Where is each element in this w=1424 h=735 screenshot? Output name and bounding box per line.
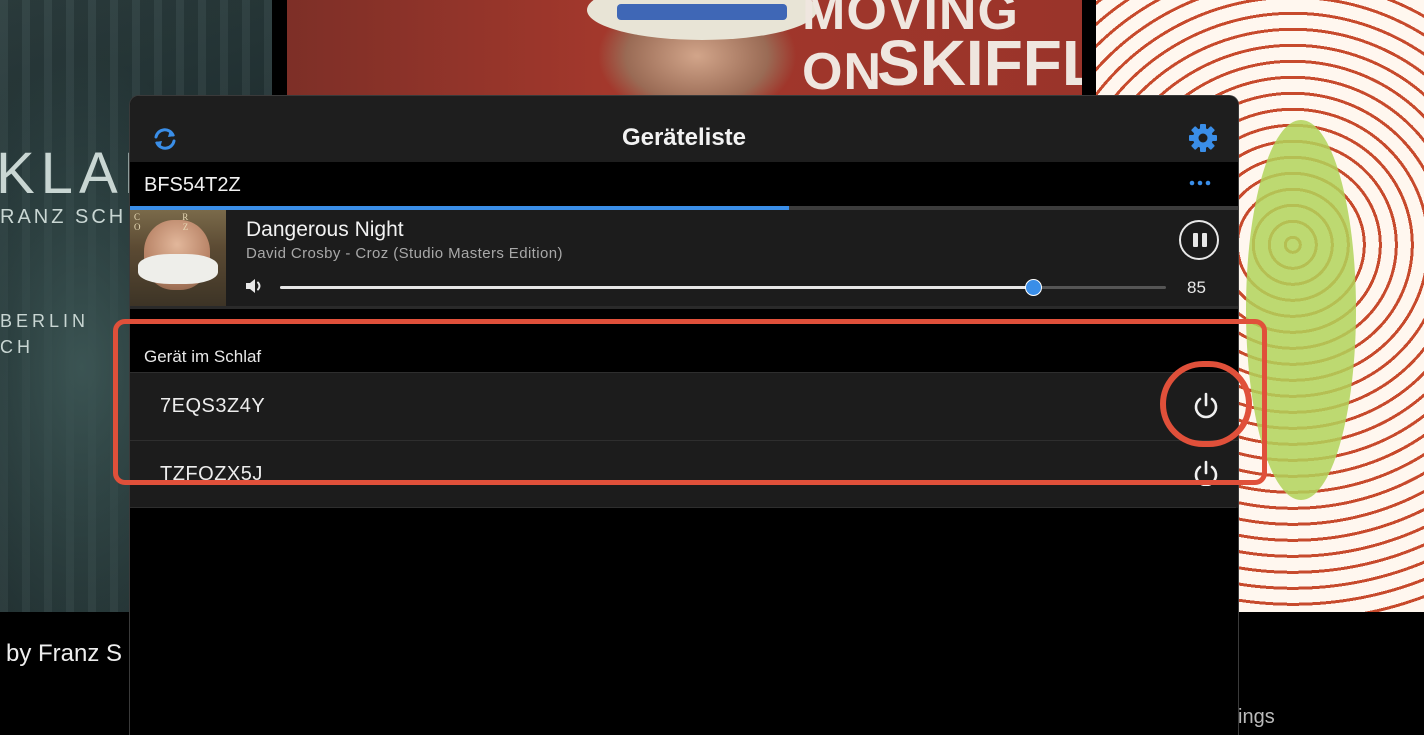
volume-slider-fill [280, 286, 1034, 289]
active-device-name: BFS54T2Z [144, 174, 241, 196]
album-middle-title-line2: SKIFFLE [877, 27, 1082, 95]
pause-icon-bar-left [1193, 233, 1198, 247]
background-album-middle: MOVING ON SKIFFLE [287, 0, 1082, 95]
gear-icon[interactable] [1188, 123, 1218, 153]
annotation-highlight-box [113, 319, 1267, 485]
device-row-overflow [130, 486, 1236, 508]
panel-titlebar: Geräteliste [130, 96, 1238, 162]
more-icon[interactable] [1188, 176, 1212, 190]
track-artist-album: David Crosby - Croz (Studio Masters Edit… [246, 245, 563, 262]
album-left-subtitle-line: CH [0, 337, 34, 357]
annotation-highlight-circle [1160, 361, 1252, 447]
album-cover-moustache [138, 254, 218, 284]
active-device-header[interactable]: BFS54T2Z [130, 162, 1238, 206]
volume-slider[interactable] [280, 279, 1166, 296]
album-right-caption: ings [1238, 706, 1275, 728]
volume-value: 85 [1187, 278, 1206, 297]
panel-empty-area [130, 486, 1236, 734]
now-playing-bar: C R O Z Dangerous Night David Crosby - C… [130, 210, 1238, 306]
volume-slider-handle[interactable] [1025, 279, 1043, 296]
album-cover[interactable]: C R O Z [130, 210, 226, 306]
volume-icon[interactable] [244, 276, 264, 296]
pause-button[interactable] [1179, 220, 1219, 260]
track-title: Dangerous Night [246, 218, 404, 241]
pause-icon-bar-right [1202, 233, 1207, 247]
album-cover-lettering: C R O Z [134, 212, 209, 232]
album-left-caption: by Franz S [6, 640, 123, 667]
album-left-artist: RANZ SCH [0, 206, 127, 228]
section-divider [130, 306, 1238, 309]
album-left-subtitle-line: BERLIN [0, 311, 90, 331]
album-left-subtitle: BERLIN CH [0, 308, 89, 360]
album-middle-hatband [617, 4, 787, 20]
panel-title: Geräteliste [621, 124, 747, 151]
